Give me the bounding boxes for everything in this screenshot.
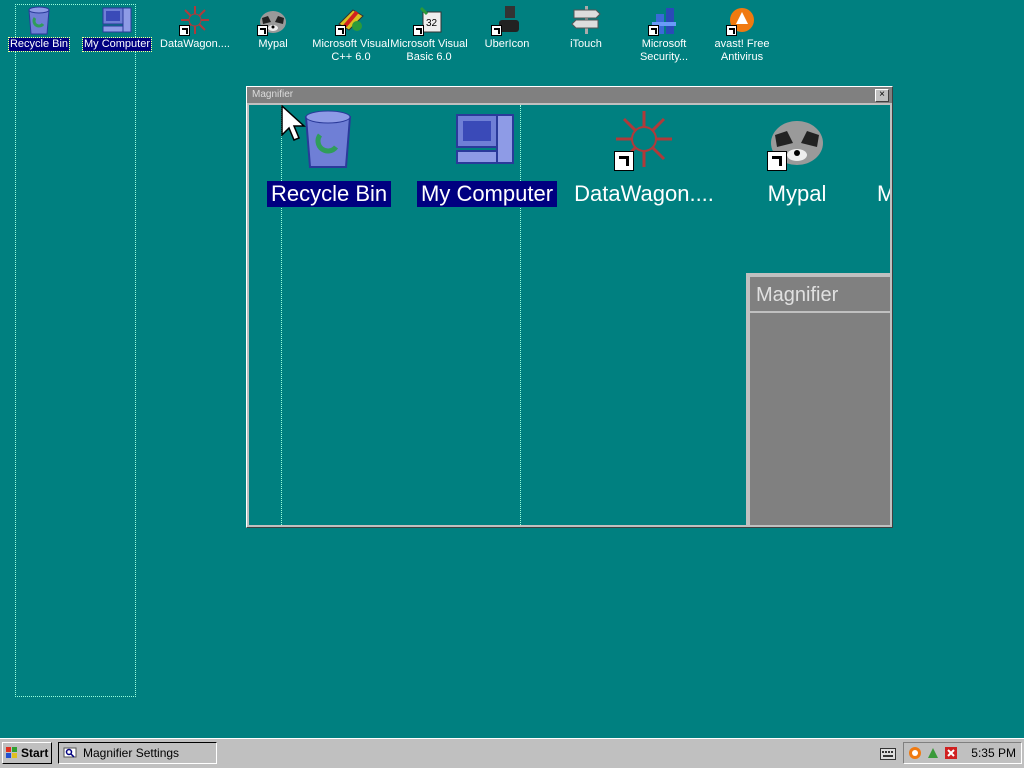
desktop-icon-recycle-bin[interactable]: Recycle Bin [0,2,79,52]
desktop-icon-datawagon[interactable]: DataWagon.... [155,2,235,51]
desktop-icon-itouch[interactable]: iTouch [546,2,626,51]
start-label: Start [21,746,49,760]
zoomed-icon-datawagon: DataWagon.... [569,107,719,207]
zoomed-icon-mypal: Mypal [749,107,845,207]
keyboard-icon[interactable] [880,748,896,760]
desktop-icon-label: Microsoft Visual C++ 6.0 [312,38,390,63]
clock: 5:35 PM [971,746,1016,760]
visual-cpp-icon [335,4,367,36]
shortcut-arrow-icon [491,25,502,36]
taskbar-button-magnifier-settings[interactable]: Magnifier Settings [58,742,217,764]
shortcut-arrow-icon [767,151,787,171]
desktop-icon-visual-cpp[interactable]: Microsoft Visual C++ 6.0 [311,2,391,64]
magnifier-title: Magnifier [252,89,294,100]
microsoft-security-icon [648,4,680,36]
selection-rectangle [15,4,136,697]
close-icon: × [879,89,885,100]
shortcut-arrow-icon [648,25,659,36]
desktop-icon-avast[interactable]: avast! Free Antivirus [702,2,782,64]
shortcut-arrow-icon [413,25,424,36]
shortcut-arrow-icon [726,25,737,36]
magnifier-app-icon [63,747,77,758]
desktop-icon-label: avast! Free Antivirus [714,38,770,63]
visual-basic-icon: 32 [413,4,445,36]
desktop-icon-label: iTouch [570,38,602,50]
desktop-icon-mypal[interactable]: Mypal [233,2,313,51]
shortcut-arrow-icon [614,151,634,171]
error-tray-icon[interactable] [944,746,958,760]
zoomed-icon-label: DataWagon.... [574,181,714,206]
zoomed-icon-label: Mypal [767,181,827,206]
ubericon-icon [491,4,523,36]
datawagon-icon [612,107,676,171]
windows-logo-icon [6,747,17,758]
datawagon-icon [179,4,211,36]
zoomed-magnifier-window: Magnifier [746,273,890,525]
shortcut-arrow-icon [335,25,346,36]
mouse-pointer-icon [281,105,306,141]
zoomed-magnifier-title: Magnifier [750,277,890,313]
mypal-raccoon-icon [765,107,829,171]
taskbar: Start Magnifier Settings 5:35 PM [0,738,1024,768]
magnifier-title-bar[interactable]: Magnifier × [247,87,892,103]
avast-icon [726,4,758,36]
shortcut-arrow-icon [257,25,268,36]
desktop-icon-label: Microsoft Security... [639,38,689,63]
security-tray-icon[interactable] [926,746,940,760]
zoomed-icon-label: M [877,181,890,206]
desktop-icon-microsoft-security[interactable]: Microsoft Security... [624,2,704,64]
zoomed-icon-label: My Computer [417,181,558,207]
desktop-icon-label: Microsoft Visual Basic 6.0 [390,38,468,63]
itouch-signpost-icon [570,4,602,36]
start-button[interactable]: Start [2,742,52,764]
magnifier-window[interactable]: Magnifier × Recycle Bin My Computer Data… [246,86,893,528]
magnified-view: Recycle Bin My Computer DataWagon.... My… [249,105,890,525]
desktop-icon-label: UberIcon [484,38,530,50]
desktop: Recycle Bin My Computer DataWagon.... My… [0,0,1024,738]
desktop-icon-label: Recycle Bin [7,37,71,52]
desktop-icon-label: Mypal [258,38,288,50]
desktop-icon-visual-basic[interactable]: 32 Microsoft Visual Basic 6.0 [389,2,469,64]
zoomed-icon-my-computer: My Computer [417,107,558,207]
shortcut-arrow-icon [179,25,190,36]
close-button[interactable]: × [875,89,889,102]
zoomed-icon-partial: M [877,107,890,207]
desktop-icon-ubericon[interactable]: UberIcon [467,2,547,51]
my-computer-icon [453,107,517,171]
avast-tray-icon[interactable] [908,746,922,760]
taskbar-button-label: Magnifier Settings [83,746,180,760]
mypal-raccoon-icon [257,4,289,36]
zoomed-icon-label: Recycle Bin [267,181,392,207]
my-computer-icon [101,4,133,36]
desktop-icon-label: My Computer [81,37,153,52]
recycle-bin-icon [23,4,55,36]
system-tray: 5:35 PM [903,742,1022,764]
desktop-icon-label: DataWagon.... [160,38,230,50]
svg-text:32: 32 [426,18,438,29]
desktop-icon-my-computer[interactable]: My Computer [77,2,157,52]
